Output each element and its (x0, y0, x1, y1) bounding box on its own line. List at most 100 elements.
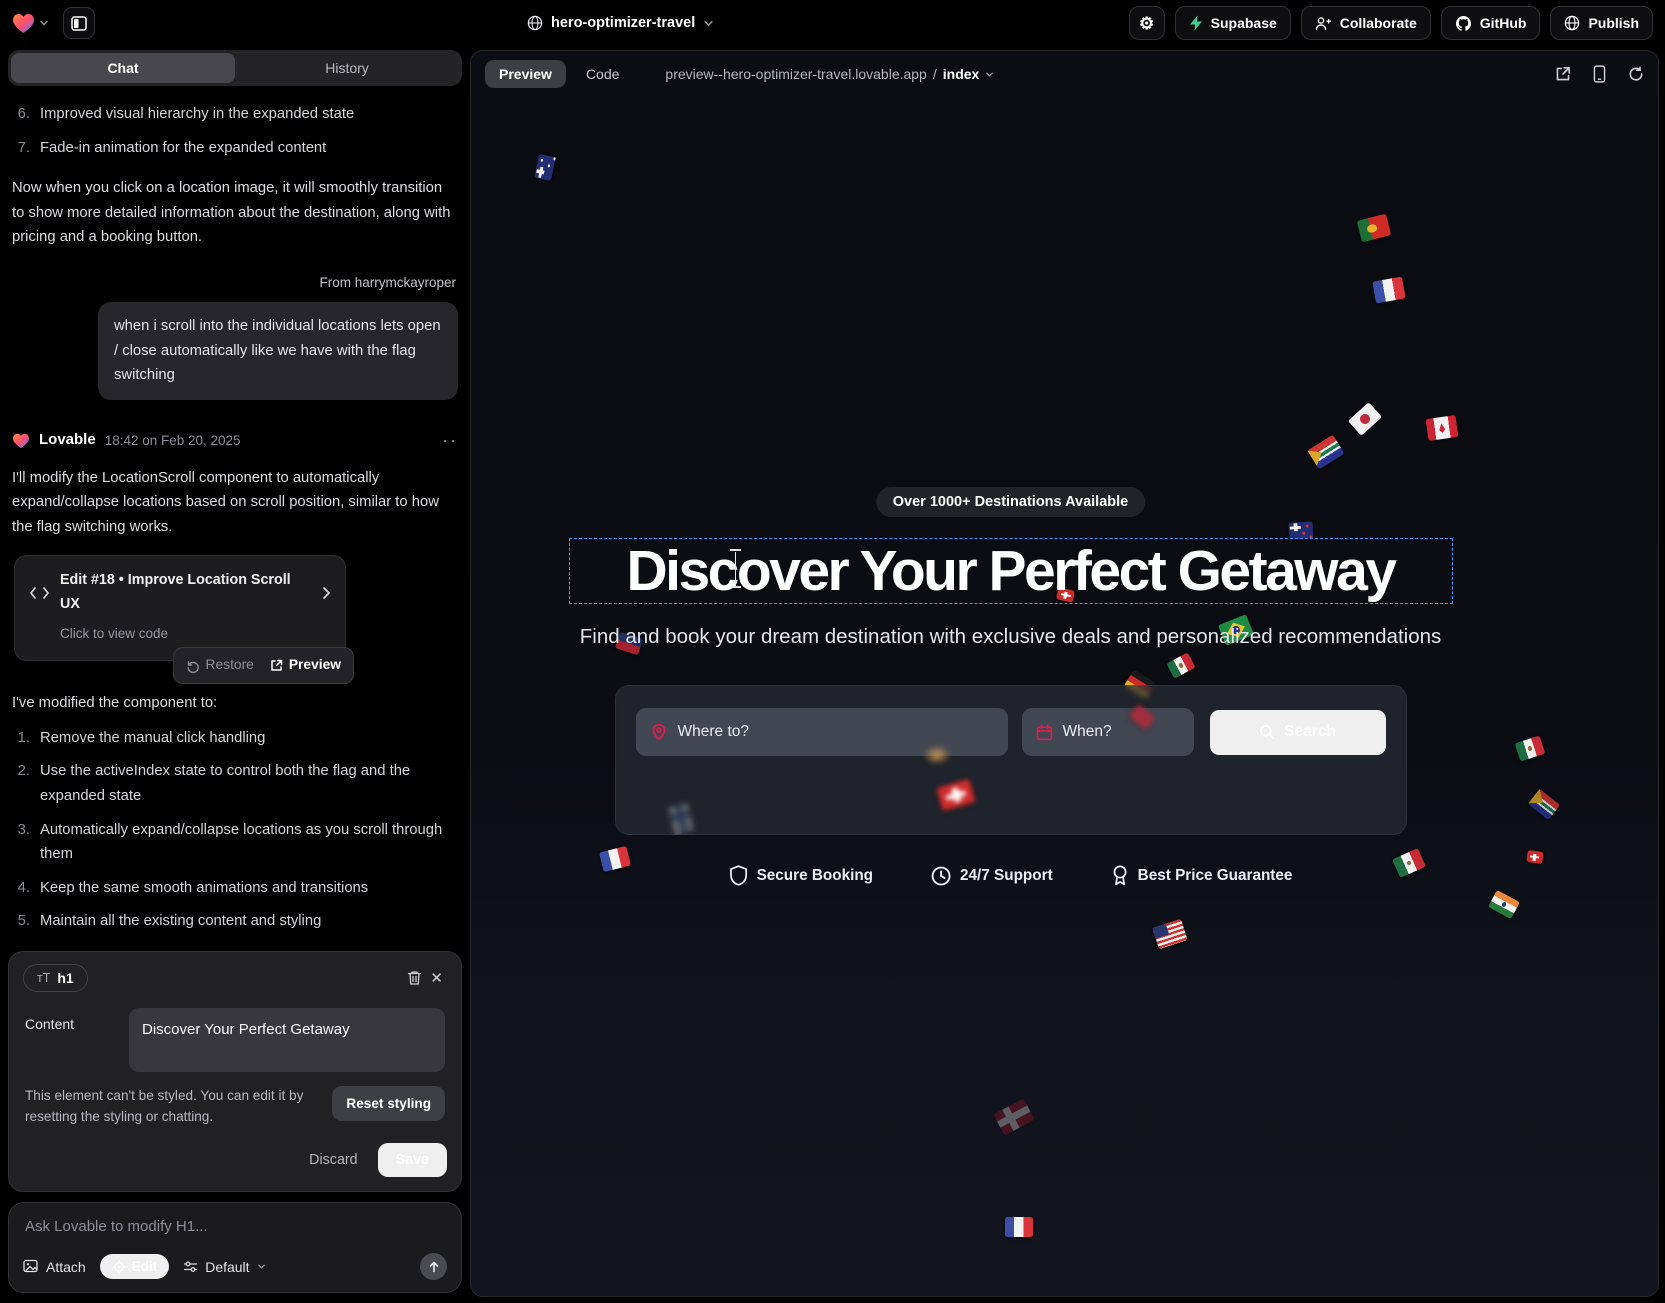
publish-button[interactable]: Publish (1550, 6, 1653, 40)
github-icon (1455, 15, 1472, 32)
hero-title[interactable]: Discover Your Perfect Getaway (626, 538, 1394, 604)
supabase-button[interactable]: Supabase (1175, 6, 1291, 40)
flag-southafrica-icon (1528, 789, 1560, 820)
edit-version-card[interactable]: Edit #18 • Improve Location Scroll UX Cl… (14, 555, 346, 661)
external-link-icon (1555, 66, 1571, 82)
where-input[interactable]: Where to? (636, 708, 1008, 756)
open-in-new-tab-button[interactable] (1555, 66, 1571, 82)
element-tag-label: h1 (57, 970, 73, 986)
restore-icon (186, 659, 200, 673)
chevron-down-icon (985, 70, 994, 79)
topbar-actions: ⚙ Supabase Collaborate GitHub (1129, 6, 1653, 40)
location-pin-icon (650, 723, 668, 741)
lovable-app: hero-optimizer-travel ⚙ Supabase Collabo… (0, 0, 1665, 1303)
chat-scroll-area[interactable]: 6.Improved visual hierarchy in the expan… (8, 86, 462, 941)
preview-version-button[interactable]: Preview (270, 654, 341, 677)
close-panel-button[interactable]: ✕ (426, 965, 447, 991)
github-button[interactable]: GitHub (1441, 6, 1541, 40)
list-item: 2.Use the activeIndex state to control b… (12, 759, 458, 808)
award-icon (1111, 865, 1129, 886)
user-message-bubble: when i scroll into the individual locati… (98, 302, 458, 400)
mode-selector[interactable]: Default (183, 1259, 265, 1275)
globe-icon (527, 15, 543, 31)
assistant-message-header: Lovable 18:42 on Feb 20, 2025 ·· (12, 426, 458, 456)
panel-left-icon (71, 16, 87, 31)
composer-input[interactable]: Ask Lovable to modify H1... (23, 1216, 447, 1253)
chevron-right-icon (322, 586, 331, 600)
refresh-button[interactable] (1628, 66, 1644, 82)
destinations-badge: Over 1000+ Destinations Available (876, 487, 1145, 517)
user-from-label: From harrymckayroper (12, 272, 456, 294)
assistant-list-bottom: 1.Remove the manual click handling 2.Use… (12, 726, 458, 934)
search-button[interactable]: Search (1210, 710, 1386, 755)
image-icon (23, 1259, 39, 1274)
clock-icon (931, 866, 951, 886)
lovable-heart-icon (12, 13, 35, 34)
chat-composer: Ask Lovable to modify H1... Attach (8, 1202, 462, 1293)
hero-subtitle: Find and book your dream destination wit… (580, 625, 1442, 649)
when-input[interactable]: When? (1022, 708, 1194, 756)
send-button[interactable] (420, 1253, 447, 1280)
discard-button[interactable]: Discard (309, 1152, 357, 1168)
project-switcher[interactable]: hero-optimizer-travel (527, 15, 714, 31)
styling-hint: This element can't be styled. You can ed… (25, 1086, 320, 1127)
lovable-logo-menu[interactable] (12, 13, 49, 34)
shield-icon (729, 865, 748, 886)
reset-styling-button[interactable]: Reset styling (332, 1086, 445, 1121)
tab-preview[interactable]: Preview (485, 60, 566, 88)
settings-button[interactable]: ⚙ (1129, 6, 1165, 40)
flag-usa-icon (1152, 919, 1187, 949)
element-tag-pill[interactable]: тT h1 (23, 964, 88, 992)
type-icon: тT (37, 971, 50, 985)
assistant-name: Lovable (39, 428, 96, 453)
edit-card-actions: Restore Preview (173, 647, 354, 684)
tab-chat[interactable]: Chat (11, 53, 235, 83)
feature-support: 24/7 Support (931, 866, 1053, 886)
tab-code[interactable]: Code (572, 60, 633, 88)
search-icon (1259, 724, 1275, 740)
feature-best-price: Best Price Guarantee (1111, 865, 1293, 886)
flag-aunz-icon (534, 154, 556, 181)
chevron-down-icon (703, 18, 714, 29)
preview-url[interactable]: preview--hero-optimizer-travel.lovable.a… (665, 66, 994, 82)
attach-button[interactable]: Attach (23, 1259, 86, 1275)
flag-france-icon (599, 846, 631, 872)
mobile-view-button[interactable] (1593, 65, 1606, 83)
restore-button[interactable]: Restore (186, 654, 254, 677)
element-editor-panel: тT h1 ✕ Content Discover Your Perfect Ge… (8, 951, 462, 1192)
content-input[interactable]: Discover Your Perfect Getaway (129, 1008, 445, 1072)
code-icon (29, 586, 50, 600)
refresh-icon (1628, 66, 1644, 82)
sidebar-tabs: Chat History (8, 50, 462, 86)
message-menu-icon[interactable]: ·· (442, 426, 458, 456)
toggle-sidebar-button[interactable] (63, 7, 95, 39)
preview-viewport: Over 1000+ Destinations Available Discov… (471, 97, 1658, 1296)
project-name: hero-optimizer-travel (551, 15, 695, 31)
list-item: 5.Maintain all the existing content and … (12, 909, 458, 934)
close-icon: ✕ (430, 969, 443, 987)
assistant-paragraph: I'll modify the LocationScroll component… (12, 466, 458, 540)
lovable-heart-icon (12, 433, 30, 449)
edit-card-title: Edit #18 • Improve Location Scroll UX (60, 569, 312, 616)
assistant-paragraph: I've modified the component to: (12, 691, 458, 716)
calendar-icon (1036, 724, 1053, 741)
people-icon (1315, 16, 1332, 31)
tab-history[interactable]: History (235, 53, 459, 83)
content-label: Content (25, 1008, 113, 1072)
save-button[interactable]: Save (378, 1143, 447, 1177)
phone-icon (1593, 65, 1606, 83)
flag-france-icon (1372, 277, 1405, 304)
delete-element-button[interactable] (403, 966, 426, 990)
list-item: 4.Keep the same smooth animations and tr… (12, 876, 458, 901)
edit-mode-button[interactable]: Edit (100, 1254, 170, 1279)
flag-mexico-icon (1166, 652, 1195, 678)
flag-japan-icon (1348, 402, 1382, 436)
flag-norway-icon (993, 1098, 1034, 1135)
collaborate-button[interactable]: Collaborate (1301, 6, 1431, 40)
gear-icon: ⚙ (1139, 15, 1154, 32)
list-item: 3.Automatically expand/collapse location… (12, 818, 458, 867)
url-host: preview--hero-optimizer-travel.lovable.a… (665, 66, 926, 82)
flag-india-icon (1488, 890, 1520, 919)
hero-section: Over 1000+ Destinations Available Discov… (471, 97, 1550, 1296)
hero-title-selection[interactable]: Discover Your Perfect Getaway (569, 538, 1453, 604)
